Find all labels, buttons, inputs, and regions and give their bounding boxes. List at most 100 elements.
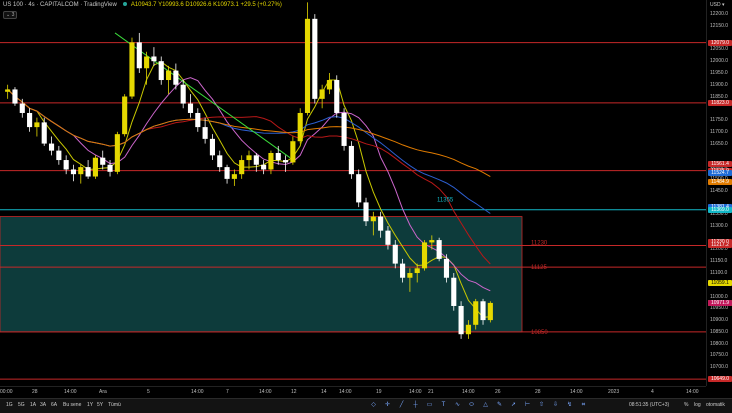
candle (63, 160, 69, 170)
long-position-icon[interactable]: ⇧ (538, 402, 545, 409)
range-button[interactable]: 3A (40, 402, 46, 408)
rectangle-icon[interactable]: ▭ (426, 402, 433, 409)
price-scale[interactable]: USD ▾ 12200.0 12150.0 12050.0 12000.0 11950.… (706, 0, 732, 386)
path-icon[interactable]: ∿ (454, 402, 461, 409)
candle (12, 89, 18, 104)
time-tick: 14:00 (686, 389, 699, 395)
candle (195, 112, 201, 128)
ellipse-icon[interactable]: ⬭ (468, 402, 475, 409)
select-icon[interactable]: ◇ (370, 402, 377, 409)
price-tick: 10900.0 (710, 317, 729, 324)
trendline-icon[interactable]: ╱ (398, 402, 405, 409)
price-badge: 11524.7 (708, 170, 732, 177)
price-tick: 11700.0 (710, 128, 728, 135)
candle (165, 70, 172, 81)
short-position-icon[interactable]: ⇩ (552, 402, 559, 409)
candle (297, 112, 303, 142)
time-tick: 2023 (608, 389, 620, 395)
time-tick: 00:00 (0, 389, 13, 395)
candle (275, 152, 281, 161)
currency-selector[interactable]: USD ▾ (710, 2, 724, 8)
level-label: 11125 (531, 265, 547, 271)
price-tick: 11000.0 (710, 293, 728, 300)
candlestick-chart[interactable]: 11355 11230 11125 10850 (0, 0, 706, 386)
candle (217, 155, 223, 168)
candle (173, 70, 179, 85)
symbol-title[interactable]: US 100 · 4s · CAPITALCOM · TradingView (3, 2, 117, 8)
price-badge: 11369.0 (708, 206, 732, 213)
range-button[interactable]: 1A (30, 402, 36, 408)
candle (209, 138, 215, 156)
indicators-collapse-button[interactable]: ⌄ 3 (3, 11, 18, 19)
ruler-icon[interactable]: ⊢ (524, 402, 531, 409)
candle (458, 305, 464, 335)
candle (268, 152, 274, 170)
range-button[interactable]: 6A (51, 402, 57, 408)
symbol-legend: US 100 · 4s · CAPITALCOM · TradingView A1… (3, 2, 282, 8)
candle (41, 122, 47, 144)
price-tick: 12050.0 (710, 46, 729, 53)
arrow-icon[interactable]: ➚ (510, 402, 517, 409)
cursor-icon[interactable]: ✛ (384, 402, 391, 409)
triangle-icon[interactable]: △ (482, 402, 489, 409)
range-button[interactable]: 1G (6, 402, 13, 408)
price-badge: 10971.9 (708, 300, 732, 307)
candle (92, 157, 98, 177)
price-badge: 11823.0 (708, 99, 732, 106)
chart-area[interactable]: 11355 11230 11125 10850 US 100 · 4s · CAPIT… (0, 0, 706, 386)
clock[interactable]: 08:51:35 (UTC+3) (629, 402, 669, 408)
time-tick: 12 (291, 389, 297, 395)
candle (436, 240, 442, 259)
price-tick: 10750.0 (710, 352, 729, 359)
support-zone (0, 216, 523, 333)
brush-icon[interactable]: ✎ (496, 402, 503, 409)
candle (78, 167, 84, 175)
candle (341, 112, 347, 146)
level-label: 11230 (531, 240, 548, 246)
forecast-icon[interactable]: ↯ (566, 402, 573, 409)
candle (231, 174, 237, 179)
time-tick: 19 (376, 389, 382, 395)
time-tick: 14:00 (339, 389, 352, 395)
price-tick: 11300.0 (710, 222, 728, 229)
range-button[interactable]: 5G (18, 402, 25, 408)
range-button[interactable]: Tümü (108, 402, 121, 408)
range-button[interactable]: 5Y (97, 402, 103, 408)
price-tick: 11950.0 (710, 69, 728, 76)
candle (429, 240, 435, 243)
candle (158, 61, 164, 81)
text-icon[interactable]: T (440, 402, 447, 409)
ohlc-values: A10943.7 Y10993.6 D10926.6 K10973.1 +29.… (130, 2, 282, 8)
price-tick: 11750.0 (710, 117, 728, 124)
candle (48, 143, 55, 151)
level-label: 10850 (531, 330, 548, 336)
price-badge: 11484.9 (708, 179, 732, 186)
candle (100, 157, 106, 165)
log-toggle[interactable]: log (694, 402, 701, 408)
candle (283, 160, 289, 163)
price-tick: 11450.0 (710, 187, 728, 194)
range-button[interactable]: 1Y (87, 402, 93, 408)
time-tick: 14 (321, 389, 327, 395)
time-tick: 14:00 (570, 389, 583, 395)
candle (27, 112, 33, 128)
range-button[interactable]: Bu sene (63, 402, 81, 408)
price-tick: 12200.0 (710, 11, 729, 18)
candle (414, 268, 420, 274)
horizontal-line-icon[interactable]: ┼ (412, 402, 419, 409)
measure-icon[interactable]: ⌗ (580, 402, 587, 409)
candle (19, 103, 25, 113)
candle (290, 141, 296, 163)
percent-toggle[interactable]: % (684, 402, 688, 408)
candle (151, 56, 157, 62)
price-tick: 10800.0 (710, 340, 729, 347)
candle (348, 145, 354, 175)
candle (5, 89, 11, 92)
price-tick: 11900.0 (710, 81, 728, 88)
candle (334, 80, 340, 113)
candle (487, 302, 493, 321)
auto-toggle[interactable]: otomatik (706, 402, 725, 408)
time-tick: Ara (99, 389, 107, 395)
candle (114, 134, 120, 172)
candle (326, 80, 333, 90)
